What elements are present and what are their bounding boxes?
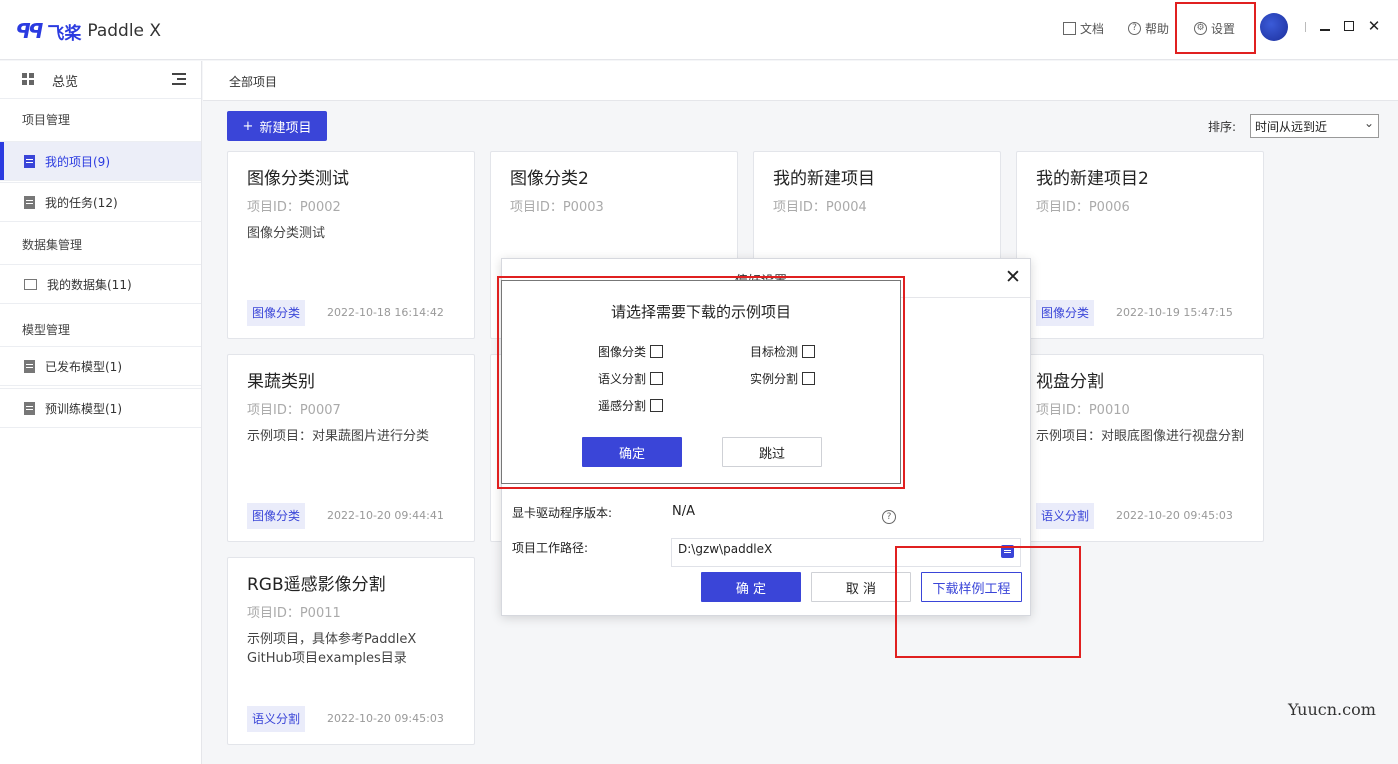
help-link[interactable]: ? 帮助 (1128, 18, 1169, 38)
card-description: 示例项目：对眼底图像进行视盘分割 (1036, 429, 1245, 444)
card-tag: 语义分割 (247, 706, 306, 732)
logo-cn: 飞桨 (47, 23, 82, 44)
card-title: 果蔬类别 (247, 372, 315, 392)
card-description: 图像分类测试 (247, 226, 326, 241)
card-description: 示例项目：对果蔬图片进行分类 (247, 429, 430, 444)
minimize-button[interactable] (1317, 16, 1333, 36)
card-tag: 图像分类 (247, 300, 306, 326)
sidebar-group-models: 模型管理 (22, 323, 71, 337)
sort-select[interactable]: 时间从远到近 ⌄ (1250, 114, 1379, 138)
logo-en: Paddle X (87, 21, 162, 41)
plus-icon: + (242, 118, 254, 134)
card-description: 示例项目，具体参考PaddleX GitHub项目examples目录 (247, 632, 417, 666)
close-icon[interactable]: ✕ (1005, 267, 1021, 287)
chevron-down-icon: ⌄ (1363, 116, 1374, 130)
document-icon (24, 359, 35, 373)
sort-value: 时间从远到近 (1255, 120, 1328, 134)
help-icon: ? (1128, 21, 1141, 35)
card-time: 2022-10-20 09:45:03 (327, 712, 444, 725)
gpu-driver-value: N/A (672, 504, 695, 519)
card-project-id: 项目ID：P0004 (773, 200, 867, 215)
help-label: 帮助 (1145, 21, 1170, 36)
avatar[interactable] (1260, 13, 1288, 41)
document-icon (1063, 21, 1076, 35)
sidebar-item-my-tasks[interactable]: 我的任务(12) (0, 182, 201, 222)
project-card[interactable]: 果蔬类别 项目ID：P0007 示例项目：对果蔬图片进行分类 图像分类 2022… (227, 354, 475, 542)
sidebar-group-datasets: 数据集管理 (22, 238, 83, 252)
confirm-button[interactable]: 确 定 (701, 572, 801, 602)
project-card[interactable]: RGB遥感影像分割 项目ID：P0011 示例项目，具体参考PaddleX Gi… (227, 557, 475, 745)
sidebar-item-pretrained-models[interactable]: 预训练模型(1) (0, 388, 201, 428)
workpath-label: 项目工作路径: (512, 541, 589, 555)
close-window-button[interactable]: ✕ (1366, 16, 1382, 36)
docs-label: 文档 (1080, 21, 1105, 36)
card-tag: 语义分割 (1036, 503, 1095, 529)
collapse-sidebar-icon[interactable] (172, 72, 186, 86)
watermark: Yuucn.com (1288, 700, 1376, 719)
document-icon (24, 401, 35, 415)
overview-label: 总览 (52, 75, 79, 90)
help-icon[interactable]: ? (882, 510, 896, 524)
divider (1305, 22, 1306, 32)
card-tag: 图像分类 (247, 503, 306, 529)
sort-label: 排序: (1208, 120, 1237, 134)
gpu-driver-label: 显卡驱动程序版本: (512, 506, 613, 520)
annotation-box-sample-dialog (497, 276, 905, 489)
card-project-id: 项目ID：P0002 (247, 200, 341, 215)
card-time: 2022-10-18 16:14:42 (327, 306, 444, 319)
project-card[interactable]: 图像分类测试 项目ID：P0002 图像分类测试 图像分类 2022-10-18… (227, 151, 475, 339)
card-time: 2022-10-20 09:45:03 (1116, 509, 1233, 522)
project-card[interactable]: 视盘分割 项目ID：P0010 示例项目：对眼底图像进行视盘分割 语义分割 20… (1016, 354, 1264, 542)
sidebar-item-label: 我的数据集(11) (47, 277, 132, 292)
monitor-icon (24, 278, 37, 290)
sidebar-item-my-projects[interactable]: 我的项目(9) (0, 141, 201, 181)
card-title: 图像分类测试 (247, 169, 349, 189)
card-project-id: 项目ID：P0006 (1036, 200, 1130, 215)
logo-mark-icon: ꟼꟼ (16, 19, 43, 43)
app-logo: ꟼꟼ 飞桨 Paddle X (16, 18, 161, 44)
document-icon (24, 195, 35, 209)
maximize-button[interactable] (1341, 16, 1357, 36)
new-project-label: 新建项目 (259, 120, 312, 136)
card-tag: 图像分类 (1036, 300, 1095, 326)
card-project-id: 项目ID：P0007 (247, 403, 341, 418)
document-icon (24, 154, 35, 168)
sidebar-overview[interactable]: 总览 (0, 61, 201, 99)
card-time: 2022-10-20 09:44:41 (327, 509, 444, 522)
card-project-id: 项目ID：P0003 (510, 200, 604, 215)
card-title: RGB遥感影像分割 (247, 575, 386, 595)
card-title: 图像分类2 (510, 169, 589, 189)
card-title: 视盘分割 (1036, 372, 1104, 392)
project-card[interactable]: 我的新建项目2 项目ID：P0006 图像分类 2022-10-19 15:47… (1016, 151, 1264, 339)
workpath-value: D:\gzw\paddleX (678, 542, 773, 556)
sidebar: 总览 项目管理 我的项目(9) 我的任务(12) 数据集管理 我的数据集(11)… (0, 61, 202, 764)
new-project-button[interactable]: + 新建项目 (227, 111, 327, 141)
card-title: 我的新建项目 (773, 169, 875, 189)
breadcrumb[interactable]: 全部项目 (229, 73, 277, 90)
sidebar-item-my-datasets[interactable]: 我的数据集(11) (0, 264, 201, 304)
card-time: 2022-10-19 15:47:15 (1116, 306, 1233, 319)
sidebar-item-label: 我的任务(12) (45, 195, 118, 210)
card-project-id: 项目ID：P0010 (1036, 403, 1130, 418)
sidebar-item-label: 预训练模型(1) (45, 401, 122, 416)
dashboard-icon (22, 73, 34, 85)
breadcrumb-bar: 全部项目 (203, 61, 1398, 101)
sidebar-item-label: 我的项目(9) (45, 154, 110, 169)
annotation-box-download (895, 546, 1081, 658)
card-project-id: 项目ID：P0011 (247, 606, 341, 621)
card-title: 我的新建项目2 (1036, 169, 1149, 189)
sidebar-group-projects: 项目管理 (22, 113, 71, 127)
annotation-box-settings (1175, 2, 1256, 54)
docs-link[interactable]: 文档 (1063, 18, 1104, 38)
sidebar-item-label: 已发布模型(1) (45, 359, 122, 374)
sidebar-item-published-models[interactable]: 已发布模型(1) (0, 346, 201, 386)
